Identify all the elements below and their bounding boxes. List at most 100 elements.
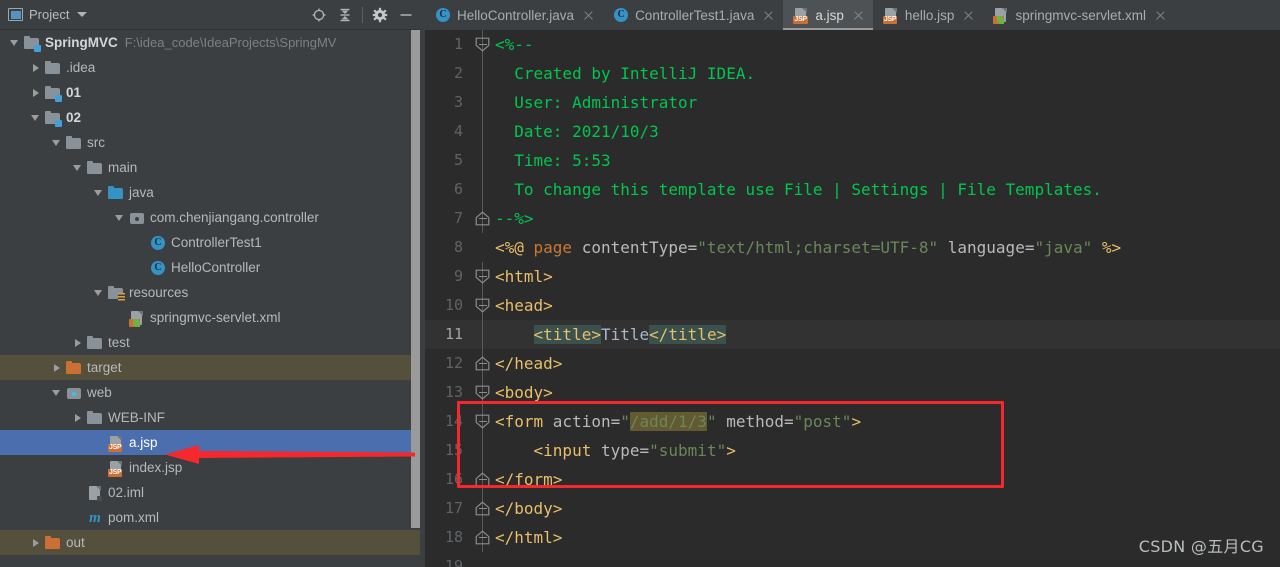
editor-tab-a-jsp[interactable]: JSP a.jsp (783, 0, 873, 30)
code-line-8[interactable]: 8 <%@ page contentType="text/html;charset… (425, 233, 1280, 262)
code-token: > (851, 412, 862, 431)
code-line-17[interactable]: 17 </body> (425, 494, 1280, 523)
line-number: 11 (444, 325, 463, 343)
project-title-group[interactable]: Project (8, 7, 88, 22)
code-line-14[interactable]: 14 <form action="/add/1/3" method="post"> (425, 407, 1280, 436)
tree-node-resources[interactable]: resources (0, 280, 425, 305)
tree-node-springmvc[interactable]: SpringMVC F:\idea_code\IdeaProjects\Sprin… (0, 30, 425, 55)
tree-node-02[interactable]: 02 (0, 105, 425, 130)
fold-start-icon[interactable] (475, 414, 490, 429)
fold-start-icon[interactable] (475, 298, 490, 313)
tree-node-label: src (87, 134, 105, 150)
tree-node-controllertest1[interactable]: C ControllerTest1 (0, 230, 425, 255)
tree-node-hellocontroller[interactable]: C HelloController (0, 255, 425, 280)
collapse-all-icon[interactable] (332, 3, 358, 27)
tree-node-target[interactable]: target (0, 355, 425, 380)
tree-twisty-collapsed[interactable] (71, 411, 84, 424)
line-content: <html> (494, 262, 1280, 291)
tree-node-01[interactable]: 01 (0, 80, 425, 105)
code-line-4[interactable]: 4 Date: 2021/10/3 (425, 117, 1280, 146)
code-line-16[interactable]: 16 </form> (425, 465, 1280, 494)
code-token: <%@ (495, 238, 534, 257)
tree-node-src[interactable]: src (0, 130, 425, 155)
tree-twisty-collapsed[interactable] (71, 336, 84, 349)
tree-node-java[interactable]: java (0, 180, 425, 205)
close-icon[interactable] (1154, 9, 1167, 22)
code-line-1[interactable]: 1 <%-- (425, 30, 1280, 59)
line-number: 12 (444, 354, 463, 372)
fold-end-icon[interactable] (475, 356, 490, 371)
code-line-7[interactable]: 7 --%> (425, 204, 1280, 233)
tree-node-index-jsp[interactable]: JSP index.jsp (0, 455, 425, 480)
tree-twisty-collapsed[interactable] (50, 361, 63, 374)
code-line-9[interactable]: 9 <html> (425, 262, 1280, 291)
tree-twisty-collapsed[interactable] (29, 86, 42, 99)
line-number: 6 (453, 180, 463, 198)
tree-node-idea[interactable]: .idea (0, 55, 425, 80)
folder-icon (87, 335, 103, 351)
code-line-3[interactable]: 3 User: Administrator (425, 88, 1280, 117)
code-line-15[interactable]: 15 <input type="submit"> (425, 436, 1280, 465)
excluded-folder-icon (66, 360, 82, 376)
fold-end-icon[interactable] (475, 472, 490, 487)
tree-twisty-expanded[interactable] (92, 286, 105, 299)
tree-node-springmvc-servlet-xml[interactable]: springmvc-servlet.xml (0, 305, 425, 330)
editor-tab-hellocontroller-java[interactable]: C HelloController.java (425, 0, 603, 30)
tree-twisty-collapsed[interactable] (29, 61, 42, 74)
tree-twisty-expanded[interactable] (113, 211, 126, 224)
editor-tab-controllertest1-java[interactable]: C ControllerTest1.java (603, 0, 783, 30)
code-line-6[interactable]: 6 To change this template use File | Set… (425, 175, 1280, 204)
project-tree-scrollbar[interactable] (411, 30, 420, 528)
tree-twisty-expanded[interactable] (71, 161, 84, 174)
tree-node-out[interactable]: out (0, 530, 425, 555)
tree-node-a-jsp[interactable]: JSP a.jsp (0, 430, 425, 455)
code-line-13[interactable]: 13 <body> (425, 378, 1280, 407)
close-icon[interactable] (962, 9, 975, 22)
gear-icon[interactable] (367, 3, 393, 27)
tree-twisty-expanded[interactable] (92, 186, 105, 199)
fold-gutter (472, 146, 494, 175)
maven-pom-icon: m (89, 509, 101, 526)
locate-file-icon[interactable] (306, 3, 332, 27)
code-line-10[interactable]: 10 <head> (425, 291, 1280, 320)
close-icon[interactable] (582, 9, 595, 22)
tree-twisty-expanded[interactable] (8, 36, 21, 49)
tree-twisty-expanded[interactable] (29, 111, 42, 124)
code-line-12[interactable]: 12 </head> (425, 349, 1280, 378)
tree-node-label: web (87, 384, 112, 400)
tree-twisty-collapsed[interactable] (29, 536, 42, 549)
line-number: 2 (453, 64, 463, 82)
toolbar-separator (362, 6, 363, 23)
chevron-down-icon[interactable] (77, 12, 88, 17)
fold-start-icon[interactable] (475, 37, 490, 52)
fold-gutter (472, 436, 494, 465)
tree-node-main[interactable]: main (0, 155, 425, 180)
editor-tab-hello-jsp[interactable]: JSP hello.jsp (873, 0, 984, 30)
code-line-5[interactable]: 5 Time: 5:53 (425, 146, 1280, 175)
spring-xml-icon (129, 310, 145, 327)
tree-node-label: 02.iml (108, 484, 145, 500)
tree-twisty-expanded[interactable] (50, 136, 63, 149)
fold-end-icon[interactable] (475, 501, 490, 516)
fold-start-icon[interactable] (475, 269, 490, 284)
code-editor[interactable]: 1 <%-- 2 Created by IntelliJ IDEA. 3 User: … (425, 30, 1280, 567)
tree-twisty-expanded[interactable] (50, 386, 63, 399)
code-line-11[interactable]: 11 <title>Title</title> (425, 320, 1280, 349)
code-lines[interactable]: 1 <%-- 2 Created by IntelliJ IDEA. 3 User: … (425, 30, 1280, 567)
tree-node-com-chenjiangang-controller[interactable]: com.chenjiangang.controller (0, 205, 425, 230)
fold-end-icon[interactable] (475, 211, 490, 226)
fold-start-icon[interactable] (475, 385, 490, 400)
tree-node-02-iml[interactable]: 02.iml (0, 480, 425, 505)
close-icon[interactable] (852, 9, 865, 22)
close-icon[interactable] (762, 9, 775, 22)
tree-node-test[interactable]: test (0, 330, 425, 355)
tree-node-pom-xml[interactable]: m pom.xml (0, 505, 425, 530)
tree-node-web-inf[interactable]: WEB-INF (0, 405, 425, 430)
fold-gutter (472, 349, 494, 378)
fold-end-icon[interactable] (475, 530, 490, 545)
code-token: "post" (793, 412, 852, 431)
editor-tab-springmvc-servlet-xml[interactable]: springmvc-servlet.xml (983, 0, 1175, 30)
code-line-2[interactable]: 2 Created by IntelliJ IDEA. (425, 59, 1280, 88)
minimize-icon[interactable] (393, 3, 419, 27)
tree-node-web[interactable]: web (0, 380, 425, 405)
